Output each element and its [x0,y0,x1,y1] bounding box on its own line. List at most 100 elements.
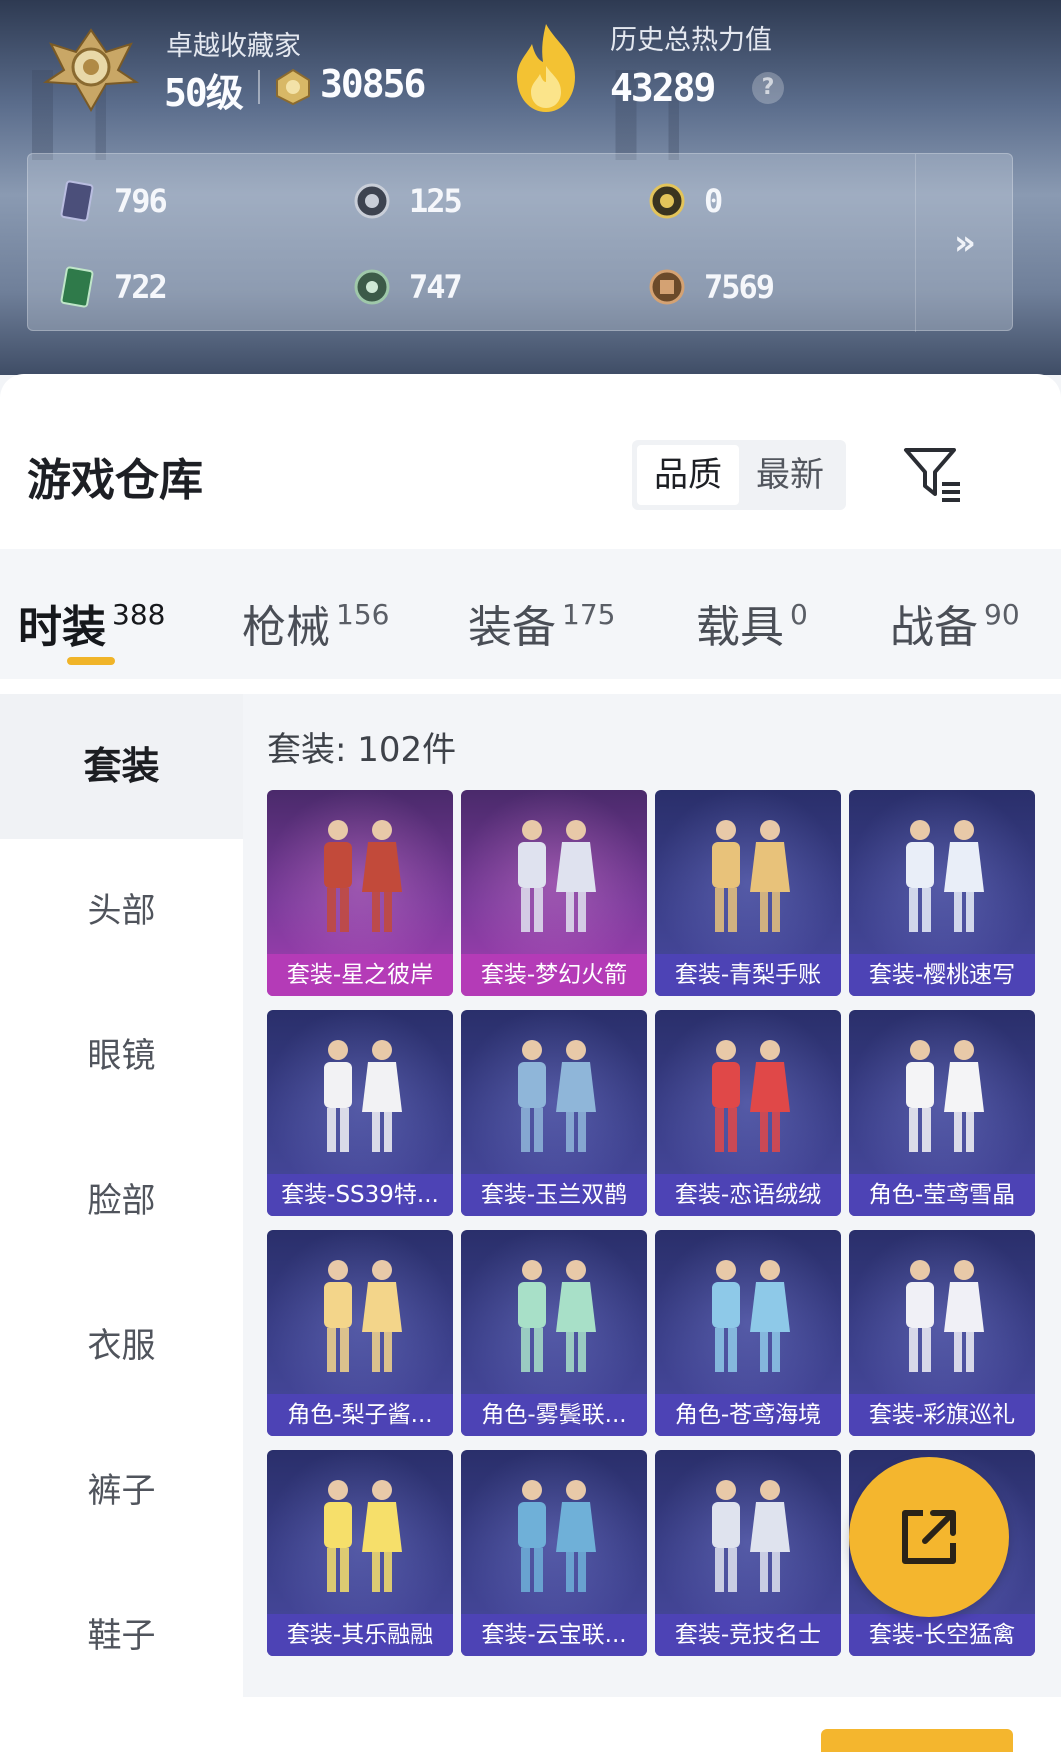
outfit-figure-icon [712,820,790,932]
coin-value: 30856 [320,62,426,106]
outfit-figure-icon [712,1040,790,1152]
outfit-figure-icon [324,1260,402,1372]
item-name: 套装-云宝联... [461,1614,647,1656]
sidebar-item-shoes[interactable]: 鞋子 [0,1564,243,1709]
help-icon[interactable]: ? [752,72,784,104]
item-tile[interactable]: 套装-樱桃速写 [849,790,1035,996]
item-tile[interactable]: 角色-莹鸢雪晶 [849,1010,1035,1216]
divider [258,70,260,104]
purple-card-icon [60,180,94,222]
outfit-figure-icon [518,820,596,932]
item-tile[interactable]: 套装-SS39特... [267,1010,453,1216]
tab-count: 90 [984,598,1020,631]
item-tile[interactable]: 套装-彩旗巡礼 [849,1230,1035,1436]
gold-coin-icon [649,183,685,219]
sidebar-item-clothes[interactable]: 衣服 [0,1274,243,1419]
tab-count: 388 [112,598,166,631]
tab-label: 枪械 [242,602,330,653]
tab-label: 时装 [18,602,106,653]
outfit-figure-icon [906,1040,984,1152]
sort-toggle: 品质 最新 [632,440,846,510]
outfit-figure-icon [712,1480,790,1592]
tab-equipment[interactable]: 装备 175 [468,591,615,655]
item-name: 角色-莹鸢雪晶 [849,1174,1035,1216]
share-external-icon [902,1510,956,1564]
item-name: 套装-恋语绒绒 [655,1174,841,1216]
outfit-figure-icon [324,820,402,932]
stat-bronze-crate: 7569 [648,262,775,312]
collection-coin-icon [276,68,310,106]
item-tile[interactable]: 套装-其乐融融 [267,1450,453,1656]
tab-vehicles[interactable]: 载具 0 [696,591,808,655]
rank-title: 卓越收藏家 [166,31,301,62]
sort-newest-button[interactable]: 最新 [739,445,841,505]
bottom-action-button[interactable] [821,1729,1013,1752]
tab-label: 载具 [696,602,784,653]
item-tile[interactable]: 套装-青梨手账 [655,790,841,996]
profile-banner: 卓越收藏家 50级 30856 历史总热力值 43289 ? 796 125 0… [0,0,1061,375]
filter-icon[interactable] [902,446,962,502]
stats-more-button[interactable]: » [915,154,1014,332]
tab-count: 156 [336,598,390,631]
sidebar-item-suits[interactable]: 套装 [0,694,243,839]
item-name: 套装-彩旗巡礼 [849,1394,1035,1436]
item-name: 角色-梨子酱... [267,1394,453,1436]
sidebar-item-face[interactable]: 脸部 [0,1129,243,1274]
item-name: 套装-竞技名士 [655,1614,841,1656]
heat-value: 43289 [610,66,716,110]
bronze-crate-icon [649,269,685,305]
tab-label: 装备 [468,602,556,653]
outfit-figure-icon [518,1040,596,1152]
heat-title: 历史总热力值 [610,25,772,56]
item-tile[interactable]: 套装-云宝联... [461,1450,647,1656]
sidebar-item-pants[interactable]: 裤子 [0,1419,243,1564]
sidebar-item-head[interactable]: 头部 [0,839,243,984]
stat-value: 0 [704,182,723,220]
tab-count: 0 [790,598,808,631]
subcategory-sidebar: 套装 头部 眼镜 脸部 衣服 裤子 鞋子 [0,694,243,1752]
item-count-label: 套装: 102件 [267,730,457,770]
outfit-figure-icon [906,1260,984,1372]
outfit-figure-icon [324,1040,402,1152]
share-button[interactable] [849,1457,1009,1617]
active-tab-indicator [67,657,115,665]
stat-green-card: 722 [58,262,168,312]
warehouse-title: 游戏仓库 [27,455,203,506]
item-tile[interactable]: 套装-恋语绒绒 [655,1010,841,1216]
green-card-icon [60,266,94,308]
item-name: 套装-青梨手账 [655,954,841,996]
rank-medal-icon [42,28,140,113]
stat-value: 125 [409,182,463,220]
item-tile[interactable]: 角色-苍鸢海境 [655,1230,841,1436]
tab-guns[interactable]: 枪械 156 [242,591,389,655]
stat-gold-coin: 0 [648,176,723,226]
sidebar-item-glasses[interactable]: 眼镜 [0,984,243,1129]
sort-quality-button[interactable]: 品质 [637,445,739,505]
item-tile[interactable]: 套装-玉兰双鹊 [461,1010,647,1216]
heat-flame-icon [517,24,575,112]
tab-combat-gear[interactable]: 战备 90 [890,591,1020,655]
item-tile[interactable]: 角色-雾鬓联... [461,1230,647,1436]
stat-silver-coin: 125 [353,176,463,226]
stat-value: 722 [114,268,168,306]
item-tile[interactable]: 套装-梦幻火箭 [461,790,647,996]
green-orb-icon [354,269,390,305]
item-name: 套装-SS39特... [267,1174,453,1216]
item-name: 套装-玉兰双鹊 [461,1174,647,1216]
category-tabs: 时装 388 枪械 156 装备 175 载具 0 战备 90 [0,549,1061,679]
item-tile[interactable]: 套装-星之彼岸 [267,790,453,996]
item-tile[interactable]: 套装-竞技名士 [655,1450,841,1656]
outfit-figure-icon [518,1480,596,1592]
currency-stats-panel[interactable]: 796 125 0 722 747 7569 » [27,153,1014,332]
tab-fashion[interactable]: 时装 388 [18,591,165,655]
item-tile[interactable]: 角色-梨子酱... [267,1230,453,1436]
silver-coin-icon [354,183,390,219]
item-name: 套装-长空猛禽 [849,1614,1035,1656]
stat-purple-card: 796 [58,176,168,226]
stat-value: 796 [114,182,168,220]
tab-count: 175 [562,598,616,631]
stat-value: 747 [409,268,463,306]
item-name: 套装-其乐融融 [267,1614,453,1656]
tab-label: 战备 [890,602,978,653]
outfit-figure-icon [324,1480,402,1592]
